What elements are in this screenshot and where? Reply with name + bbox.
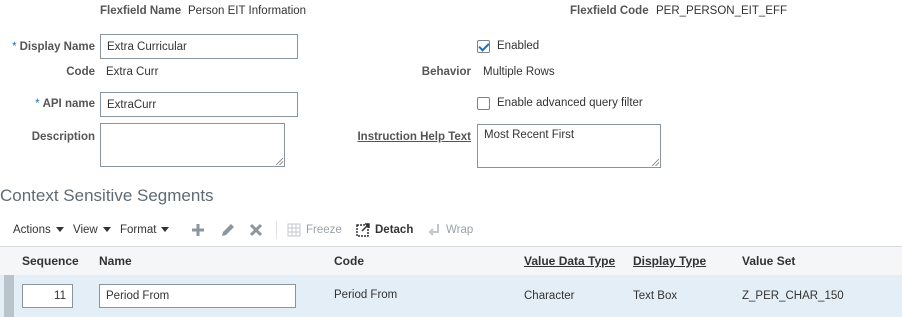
display-name-input[interactable] bbox=[100, 34, 298, 59]
flexfield-name-label: Flexfield Name bbox=[100, 5, 182, 17]
resize-grip-icon[interactable] bbox=[276, 158, 283, 165]
column-header-value-data-type[interactable]: Value Data Type bbox=[524, 254, 615, 268]
description-textarea[interactable] bbox=[100, 123, 285, 167]
instruction-help-textarea[interactable]: Most Recent First bbox=[477, 124, 661, 168]
api-name-label: * API name bbox=[35, 98, 95, 110]
value-set-cell: Z_PER_CHAR_150 bbox=[742, 290, 844, 302]
segments-table: Sequence Name Code Value Data Type Displ… bbox=[0, 246, 902, 317]
behavior-value: Multiple Rows bbox=[483, 66, 555, 78]
name-input[interactable] bbox=[99, 284, 296, 308]
code-value: Extra Curr bbox=[106, 66, 159, 78]
flexfield-code-value: PER_PERSON_EIT_EFF bbox=[656, 5, 788, 17]
chevron-down-icon bbox=[161, 227, 170, 233]
value-data-type-cell: Character bbox=[524, 290, 575, 302]
flexfield-code-label: Flexfield Code bbox=[570, 5, 649, 17]
table-row[interactable]: Period From Character Text Box Z_PER_CHA… bbox=[0, 275, 902, 317]
table-header-row: Sequence Name Code Value Data Type Displ… bbox=[0, 246, 902, 276]
required-icon: * bbox=[35, 98, 40, 110]
enabled-label: Enabled bbox=[497, 40, 540, 52]
actions-menu[interactable]: Actions bbox=[13, 224, 64, 236]
toolbar-divider bbox=[276, 221, 277, 239]
enabled-checkbox[interactable] bbox=[477, 40, 490, 53]
code-cell: Period From bbox=[334, 289, 398, 301]
edit-icon[interactable] bbox=[220, 222, 236, 238]
display-type-cell: Text Box bbox=[633, 290, 678, 302]
format-menu[interactable]: Format bbox=[120, 224, 170, 236]
detach-button[interactable]: Detach bbox=[375, 224, 413, 236]
advanced-query-label: Enable advanced query filter bbox=[497, 97, 643, 109]
freeze-icon bbox=[287, 223, 301, 237]
wrap-icon bbox=[428, 224, 439, 236]
column-header-value-set[interactable]: Value Set bbox=[742, 254, 795, 268]
add-icon[interactable] bbox=[191, 223, 205, 237]
api-name-input[interactable] bbox=[100, 92, 298, 117]
description-label: Description bbox=[31, 131, 95, 143]
view-menu[interactable]: View bbox=[73, 224, 111, 236]
display-name-label: * Display Name bbox=[12, 41, 95, 53]
row-selector[interactable] bbox=[4, 275, 14, 317]
chevron-down-icon bbox=[55, 227, 64, 233]
advanced-query-checkbox[interactable] bbox=[477, 97, 490, 110]
freeze-button[interactable]: Freeze bbox=[306, 224, 342, 236]
column-header-name[interactable]: Name bbox=[99, 254, 132, 268]
instruction-help-text: Most Recent First bbox=[484, 129, 575, 141]
column-header-sequence[interactable]: Sequence bbox=[22, 254, 79, 268]
required-icon: * bbox=[12, 41, 17, 53]
detach-icon bbox=[356, 223, 370, 237]
flexfield-name-value: Person EIT Information bbox=[188, 5, 307, 17]
instruction-help-link[interactable]: Instruction Help Text bbox=[357, 131, 471, 143]
behavior-label: Behavior bbox=[421, 66, 471, 78]
sequence-input[interactable] bbox=[22, 284, 73, 308]
section-title: Context Sensitive Segments bbox=[0, 186, 214, 205]
table-toolbar: Actions View Format Freeze Detach Wrap bbox=[0, 214, 902, 246]
wrap-button[interactable]: Wrap bbox=[446, 224, 473, 236]
code-label: Code bbox=[66, 66, 95, 78]
column-header-code[interactable]: Code bbox=[334, 254, 364, 268]
column-header-display-type[interactable]: Display Type bbox=[633, 254, 706, 268]
resize-grip-icon[interactable] bbox=[652, 159, 659, 166]
delete-icon[interactable] bbox=[249, 223, 263, 237]
instruction-help-label: Instruction Help Text bbox=[357, 131, 471, 143]
chevron-down-icon bbox=[102, 227, 111, 233]
